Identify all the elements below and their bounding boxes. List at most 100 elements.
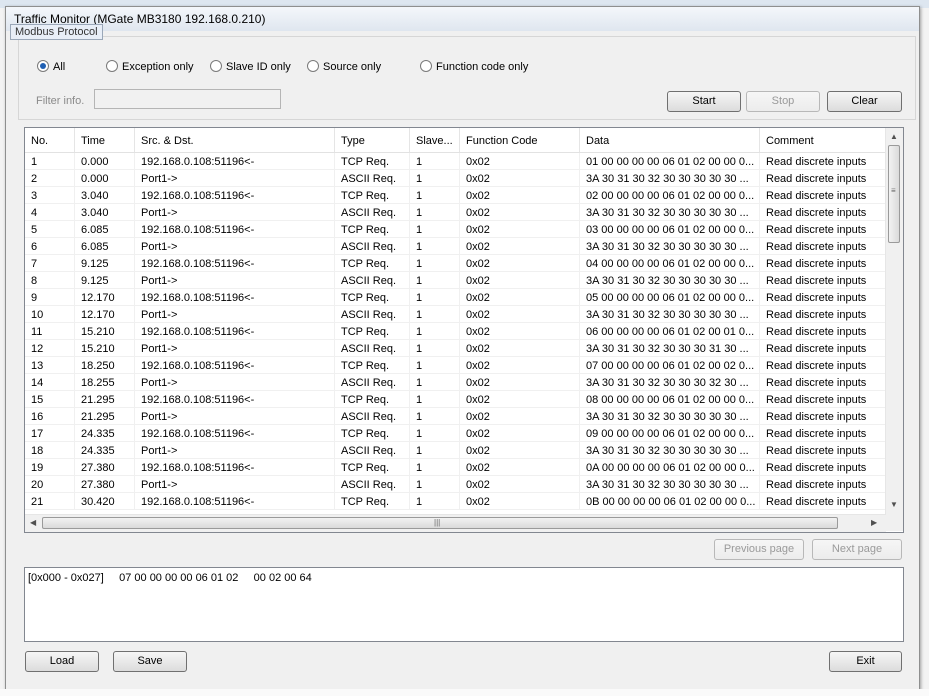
table-cell: 12.170 (75, 289, 135, 306)
column-header[interactable]: No. (25, 128, 75, 152)
column-header[interactable]: Type (335, 128, 410, 152)
scroll-down-arrow-icon[interactable]: ▼ (890, 500, 898, 510)
radio-slave-id-only[interactable]: Slave ID only (210, 60, 291, 73)
radio-label: Function code only (436, 61, 529, 73)
table-row[interactable]: 18 24.335 Port1-> ASCII Req. 1 0x02 3A 30 31 3… (25, 442, 886, 459)
packet-detail-panel[interactable]: [0x000 - 0x027] 07 00 00 00 00 06 01 02 … (24, 567, 904, 642)
table-cell: 08 00 00 00 00 06 01 02 00 00 0... (580, 391, 760, 408)
vertical-scroll-thumb[interactable]: ≡ (888, 145, 900, 243)
table-cell: 17 (25, 425, 75, 442)
start-button[interactable]: Start (667, 91, 741, 112)
table-cell: 0x02 (460, 374, 580, 391)
scroll-corner (886, 514, 903, 531)
table-row[interactable]: 10 12.170 Port1-> ASCII Req. 1 0x02 3A 30 31 3… (25, 306, 886, 323)
stop-button[interactable]: Stop (746, 91, 820, 112)
table-row[interactable]: 15 21.295 192.168.0.108:51196<- TCP Req. 1 0x… (25, 391, 886, 408)
table-cell: 1 (410, 323, 460, 340)
clear-button[interactable]: Clear (827, 91, 902, 112)
grip-icon: ||| (434, 518, 441, 527)
column-header[interactable]: Function Code (460, 128, 580, 152)
grip-icon: ≡ (891, 186, 896, 195)
scroll-right-arrow-icon[interactable]: ▶ (871, 518, 877, 528)
table-row[interactable]: 2 0.000 Port1-> ASCII Req. 1 0x02 3A 30 31 30 … (25, 170, 886, 187)
table-cell: 192.168.0.108:51196<- (135, 187, 335, 204)
table-cell: 0x02 (460, 357, 580, 374)
table-cell: Read discrete inputs (760, 238, 886, 255)
radio-all[interactable]: All (37, 60, 65, 73)
title-bar[interactable]: Traffic Monitor (MGate MB3180 192.168.0.… (6, 7, 919, 31)
table-row[interactable]: 11 15.210 192.168.0.108:51196<- TCP Req. 1 0x… (25, 323, 886, 340)
column-header[interactable]: Src. & Dst. (135, 128, 335, 152)
table-cell: ASCII Req. (335, 340, 410, 357)
radio-function-code-only[interactable]: Function code only (420, 60, 528, 73)
table-cell: 192.168.0.108:51196<- (135, 391, 335, 408)
table-cell: 27.380 (75, 459, 135, 476)
filter-info-input[interactable] (94, 89, 281, 109)
table-cell: ASCII Req. (335, 272, 410, 289)
table-row[interactable]: 9 12.170 192.168.0.108:51196<- TCP Req. 1 0x0… (25, 289, 886, 306)
table-row[interactable]: 14 18.255 Port1-> ASCII Req. 1 0x02 3A 30 31 3… (25, 374, 886, 391)
table-cell: 0x02 (460, 221, 580, 238)
next-page-button[interactable]: Next page (812, 539, 902, 560)
horizontal-scrollbar[interactable]: ◀ ||| ▶ (25, 514, 886, 532)
table-cell: 192.168.0.108:51196<- (135, 459, 335, 476)
table-cell: 0x02 (460, 442, 580, 459)
table-row[interactable]: 19 27.380 192.168.0.108:51196<- TCP Req. 1 0x… (25, 459, 886, 476)
table-cell: 3A 30 31 30 32 30 30 30 30 30 ... (580, 408, 760, 425)
radio-indicator (106, 60, 118, 72)
radio-exception-only[interactable]: Exception only (106, 60, 194, 73)
scroll-up-arrow-icon[interactable]: ▲ (890, 132, 898, 142)
table-cell: Port1-> (135, 170, 335, 187)
radio-indicator (37, 60, 49, 72)
load-button[interactable]: Load (25, 651, 99, 672)
table-cell: Port1-> (135, 476, 335, 493)
previous-page-button[interactable]: Previous page (714, 539, 804, 560)
table-cell: 19 (25, 459, 75, 476)
table-row[interactable]: 8 9.125 Port1-> ASCII Req. 1 0x02 3A 30 31 30 … (25, 272, 886, 289)
table-row[interactable]: 20 27.380 Port1-> ASCII Req. 1 0x02 3A 30 31 3… (25, 476, 886, 493)
radio-indicator (210, 60, 222, 72)
table-cell: 05 00 00 00 00 06 01 02 00 00 0... (580, 289, 760, 306)
table-cell: 0x02 (460, 289, 580, 306)
table-cell: Read discrete inputs (760, 493, 886, 510)
table-row[interactable]: 21 30.420 192.168.0.108:51196<- TCP Req. 1 0x… (25, 493, 886, 510)
table-cell: Port1-> (135, 204, 335, 221)
column-header[interactable]: Slave... (410, 128, 460, 152)
table-cell: 27.380 (75, 476, 135, 493)
table-row[interactable]: 5 6.085 192.168.0.108:51196<- TCP Req. 1 0x02… (25, 221, 886, 238)
table-cell: 18.255 (75, 374, 135, 391)
table-row[interactable]: 3 3.040 192.168.0.108:51196<- TCP Req. 1 0x02… (25, 187, 886, 204)
scroll-left-arrow-icon[interactable]: ◀ (30, 518, 36, 528)
table-cell: Read discrete inputs (760, 153, 886, 170)
table-row[interactable]: 4 3.040 Port1-> ASCII Req. 1 0x02 3A 30 31 30 … (25, 204, 886, 221)
exit-button[interactable]: Exit (829, 651, 902, 672)
vertical-scrollbar[interactable]: ▲ ≡ ▼ (885, 128, 903, 514)
table-row[interactable]: 13 18.250 192.168.0.108:51196<- TCP Req. 1 0x… (25, 357, 886, 374)
radio-source-only[interactable]: Source only (307, 60, 381, 73)
table-cell: 07 00 00 00 00 06 01 02 00 02 0... (580, 357, 760, 374)
column-header[interactable]: Comment (760, 128, 886, 152)
table-row[interactable]: 17 24.335 192.168.0.108:51196<- TCP Req. 1 0x… (25, 425, 886, 442)
table-cell: Read discrete inputs (760, 170, 886, 187)
table-row[interactable]: 6 6.085 Port1-> ASCII Req. 1 0x02 3A 30 31 30 … (25, 238, 886, 255)
table-cell: ASCII Req. (335, 238, 410, 255)
table-cell: TCP Req. (335, 357, 410, 374)
table-row[interactable]: 16 21.295 Port1-> ASCII Req. 1 0x02 3A 30 31 3… (25, 408, 886, 425)
table-cell: 0x02 (460, 204, 580, 221)
table-cell: 1 (410, 391, 460, 408)
save-button[interactable]: Save (113, 651, 187, 672)
table-row[interactable]: 12 15.210 Port1-> ASCII Req. 1 0x02 3A 30 31 3… (25, 340, 886, 357)
table-row[interactable]: 1 0.000 192.168.0.108:51196<- TCP Req. 1 0x02… (25, 153, 886, 170)
table-cell: ASCII Req. (335, 306, 410, 323)
table-cell: 0A 00 00 00 00 06 01 02 00 00 0... (580, 459, 760, 476)
table-cell: 14 (25, 374, 75, 391)
column-header[interactable]: Data (580, 128, 760, 152)
table-row[interactable]: 7 9.125 192.168.0.108:51196<- TCP Req. 1 0x02… (25, 255, 886, 272)
table-cell: 0x02 (460, 187, 580, 204)
horizontal-scroll-thumb[interactable]: ||| (42, 517, 838, 529)
table-cell: 1 (410, 459, 460, 476)
column-header[interactable]: Time (75, 128, 135, 152)
table-cell: 0x02 (460, 323, 580, 340)
table-cell: 1 (410, 204, 460, 221)
table-cell: Read discrete inputs (760, 289, 886, 306)
